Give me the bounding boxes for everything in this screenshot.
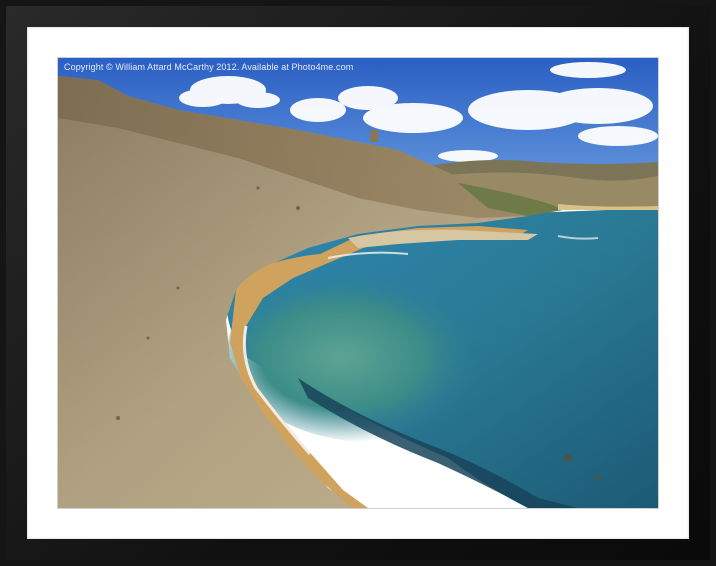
- coastal-bay-photo: Copyright © William Attard McCarthy 2012…: [57, 57, 659, 509]
- bay-landscape-image: [58, 58, 658, 508]
- copyright-watermark: Copyright © William Attard McCarthy 2012…: [64, 62, 354, 72]
